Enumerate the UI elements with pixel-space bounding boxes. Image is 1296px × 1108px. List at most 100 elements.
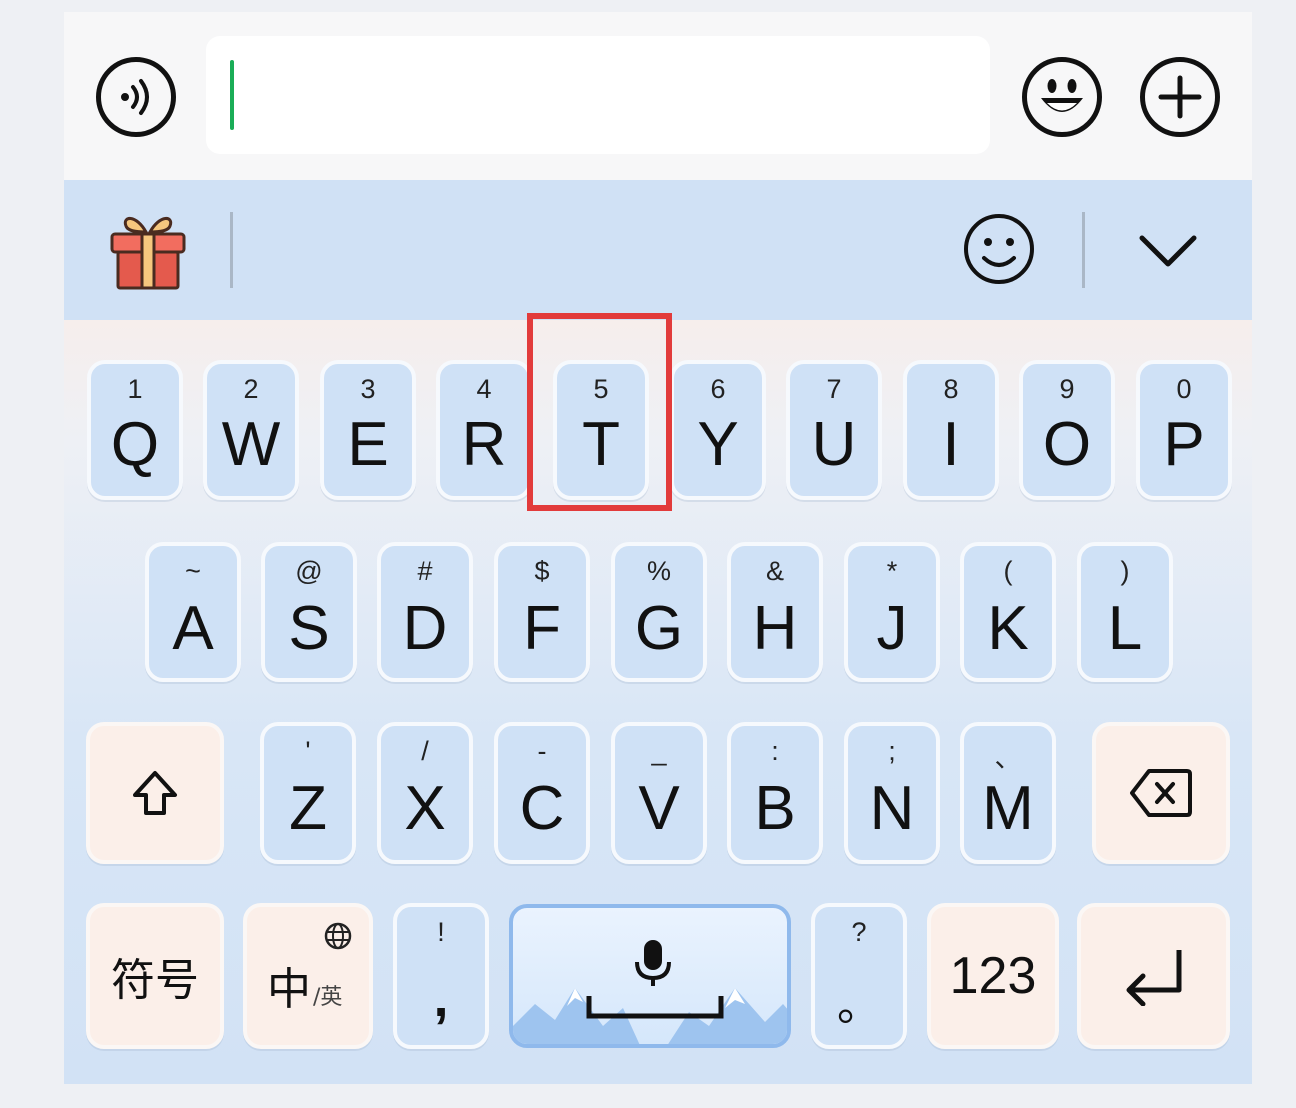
key-sub-label: 、 [994, 743, 1022, 773]
highlight-box [527, 313, 672, 511]
key-label: 。 [837, 980, 881, 1031]
key-l[interactable]: ) L [1077, 542, 1173, 682]
key-sub-label: ) [1120, 556, 1130, 586]
key-n[interactable]: ; N [844, 722, 940, 864]
key-u[interactable]: 7 U [786, 360, 882, 500]
shift-arrow-icon [133, 771, 177, 815]
key-sub-label: 3 [360, 374, 376, 404]
smiley-face-icon [1041, 79, 1083, 112]
enter-key[interactable] [1077, 903, 1230, 1049]
voice-input-button[interactable] [96, 57, 176, 137]
toolbar-divider [230, 212, 233, 288]
key-sub-label: 6 [710, 374, 726, 404]
backspace-icon [1130, 769, 1192, 817]
key-sub-label: / [421, 736, 429, 766]
key-label: R [461, 410, 507, 479]
key-sub-label: * [886, 556, 898, 586]
toolbar-divider [1082, 212, 1085, 288]
key-h[interactable]: & H [727, 542, 823, 682]
chevron-down-icon [1139, 235, 1197, 267]
key-sub-label: - [537, 736, 547, 766]
symbols-key[interactable]: 符号 [86, 903, 224, 1049]
key-sub-label: ' [305, 736, 311, 766]
key-w[interactable]: 2 W [203, 360, 299, 500]
key-label: O [1042, 410, 1092, 479]
key-o[interactable]: 9 O [1019, 360, 1115, 500]
more-options-button[interactable] [1140, 57, 1220, 137]
key-c[interactable]: - C [494, 722, 590, 864]
key-label: B [754, 774, 796, 843]
space-key[interactable] [509, 904, 791, 1048]
key-label: H [752, 594, 798, 663]
key-d[interactable]: # D [377, 542, 473, 682]
key-sub-label: ! [437, 917, 445, 947]
key-sub-label: % [646, 556, 671, 586]
key-label: Q [110, 410, 160, 479]
key-label: K [987, 594, 1029, 663]
key-g[interactable]: % G [611, 542, 707, 682]
key-label: X [404, 774, 446, 843]
key-b[interactable]: : B [727, 722, 823, 864]
key-sub-label: _ [651, 736, 667, 766]
key-s[interactable]: @ S [261, 542, 357, 682]
numbers-key[interactable]: 123 [927, 903, 1059, 1049]
numbers-label: 123 [949, 947, 1037, 1005]
key-sub-label: # [417, 556, 433, 586]
key-e[interactable]: 3 E [320, 360, 416, 500]
emoji-panel-button[interactable] [962, 212, 1036, 286]
key-r[interactable]: 4 R [436, 360, 532, 500]
language-switch-key[interactable]: 中 /英 [243, 903, 373, 1049]
key-label: L [1107, 594, 1143, 663]
emoji-button[interactable] [1022, 57, 1102, 137]
gift-button[interactable] [106, 208, 190, 294]
key-label: M [982, 774, 1034, 843]
language-sub-label: /英 [313, 985, 343, 1010]
collapse-keyboard-button[interactable] [1138, 228, 1198, 272]
key-v[interactable]: _ V [611, 722, 707, 864]
key-sub-label: @ [295, 556, 323, 586]
voice-wave-icon [121, 79, 149, 115]
symbols-label: 符号 [111, 955, 199, 1006]
key-k[interactable]: ( K [960, 542, 1056, 682]
key-x[interactable]: / X [377, 722, 473, 864]
key-label: A [172, 594, 214, 663]
key-p[interactable]: 0 P [1136, 360, 1232, 500]
gift-icon [110, 217, 186, 290]
globe-icon [324, 922, 352, 950]
backspace-key[interactable] [1092, 722, 1230, 864]
key-label: Z [289, 774, 327, 843]
key-j[interactable]: * J [844, 542, 940, 682]
key-z[interactable]: ' Z [260, 722, 356, 864]
key-label: D [402, 594, 448, 663]
key-q[interactable]: 1 Q [87, 360, 183, 500]
message-input[interactable] [206, 36, 990, 154]
key-label: S [288, 594, 330, 663]
key-label: F [523, 594, 561, 663]
key-label: G [634, 594, 684, 663]
key-y[interactable]: 6 Y [670, 360, 766, 500]
key-label: P [1163, 410, 1205, 479]
key-sub-label: $ [534, 556, 550, 586]
key-f[interactable]: $ F [494, 542, 590, 682]
space-bar-icon [586, 996, 724, 1019]
key-label: E [347, 410, 389, 479]
key-sub-label: 4 [476, 374, 492, 404]
key-a[interactable]: ~ A [145, 542, 241, 682]
key-m[interactable]: 、 M [960, 722, 1056, 864]
key-label: N [869, 774, 915, 843]
key-label: Y [697, 410, 739, 479]
key-sub-label: ? [851, 917, 867, 947]
key-sub-label: ( [1003, 556, 1013, 586]
text-cursor [230, 60, 234, 130]
key-label: I [942, 410, 960, 479]
period-key[interactable]: ? 。 [811, 903, 907, 1049]
key-sub-label: 8 [943, 374, 959, 404]
key-sub-label: 1 [127, 374, 143, 404]
key-i[interactable]: 8 I [903, 360, 999, 500]
key-label: U [811, 410, 857, 479]
comma-key[interactable]: ! , [393, 903, 489, 1049]
shift-key[interactable] [86, 722, 224, 864]
key-sub-label: 9 [1059, 374, 1075, 404]
key-sub-label: : [771, 736, 779, 766]
language-main-label: 中 [267, 964, 311, 1015]
